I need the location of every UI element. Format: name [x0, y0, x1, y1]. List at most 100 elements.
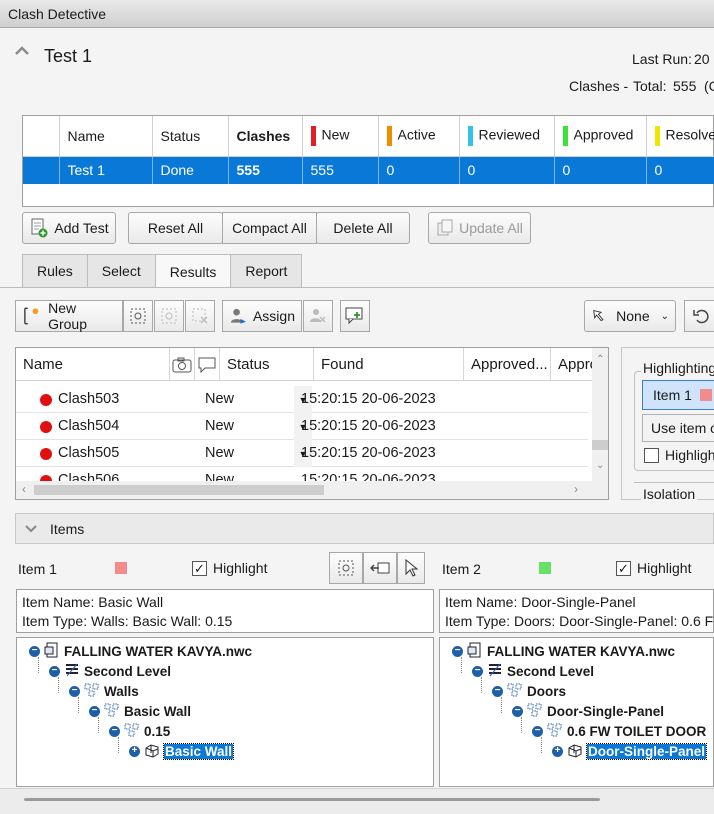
bottom-scroll-thumb[interactable] [24, 798, 600, 801]
ungroup-icon[interactable] [154, 300, 184, 332]
delete-all-button[interactable]: Delete All [316, 212, 410, 244]
cell-approved[interactable]: 0 [554, 156, 647, 184]
add-test-button[interactable]: Add Test [22, 212, 116, 244]
scroll-right-icon[interactable]: › [574, 482, 578, 496]
tree-node[interactable]: − FALLING WATER KAVYA.nwc [29, 641, 252, 661]
table-row[interactable]: Clash504 New ▼ 15:20:15 20-06-2023 [16, 413, 588, 440]
use-item-colors-button[interactable]: Use item c [642, 414, 714, 442]
bottom-scrollbar[interactable] [0, 788, 714, 814]
back-to-item-icon[interactable] [363, 552, 397, 584]
compact-all-button[interactable]: Compact All [222, 212, 317, 244]
tree-node[interactable]: + Door-Single-Panel [552, 741, 708, 761]
cell-reviewed[interactable]: 0 [459, 156, 555, 184]
col-reviewed[interactable]: Reviewed [459, 116, 555, 157]
expand-icon[interactable]: + [129, 745, 140, 757]
tree-node[interactable]: − Basic Wall [89, 701, 191, 721]
clash-status[interactable]: New [205, 391, 234, 407]
tab-select[interactable]: Select [86, 254, 156, 287]
col-status[interactable]: Status [220, 348, 314, 381]
remove-from-group-icon[interactable] [185, 300, 215, 332]
select-item-icon[interactable] [329, 552, 363, 584]
scroll-down-icon[interactable]: ⌄ [596, 460, 604, 471]
tree-node[interactable]: − 0.15 [109, 721, 170, 741]
collapse-icon[interactable]: − [29, 645, 40, 657]
reset-view-icon[interactable] [684, 300, 714, 332]
new-group-button[interactable]: New Group [15, 300, 123, 332]
collapse-icon[interactable]: − [452, 645, 463, 657]
total-value: 555 [673, 78, 697, 94]
select-pointer-icon[interactable] [397, 552, 425, 584]
col-approved-by[interactable]: Approved... [464, 348, 551, 381]
tree-node[interactable]: − FALLING WATER KAVYA.nwc [452, 641, 675, 661]
horizontal-scroll-thumb[interactable] [34, 485, 324, 495]
tab-rules[interactable]: Rules [22, 254, 88, 287]
cell-name[interactable]: Test 1 [59, 156, 153, 184]
highlight-all-checkbox-row[interactable]: Highligh [644, 447, 714, 463]
items-section-header[interactable]: Items [15, 513, 714, 544]
highlight-all-checkbox[interactable] [644, 447, 659, 463]
highlight-mode-dropdown[interactable]: None ⌄ [584, 300, 676, 332]
col-status[interactable]: Status [152, 116, 229, 157]
assign-button[interactable]: Assign [222, 300, 302, 332]
table-row[interactable]: Clash503 New ▼ 15:20:15 20-06-2023 [16, 386, 588, 413]
cell-status[interactable]: Done [152, 156, 229, 184]
item2-highlight-checkbox-row[interactable]: ✓ Highlight [616, 560, 691, 576]
vertical-scrollbar[interactable]: ⌃ ⌄ [592, 348, 608, 481]
col-clashes[interactable]: Clashes [228, 116, 303, 157]
horizontal-scrollbar[interactable]: ‹ › [16, 481, 608, 499]
col-active[interactable]: Active [378, 116, 460, 157]
collapse-icon[interactable]: − [49, 665, 60, 677]
collapse-chevron-icon[interactable] [14, 44, 32, 64]
clash-found: 15:20:15 20-06-2023 [301, 418, 436, 434]
comment-icon[interactable] [195, 348, 220, 381]
collapse-icon[interactable]: − [472, 665, 483, 677]
scroll-left-icon[interactable]: ‹ [22, 482, 26, 496]
collapse-icon[interactable]: − [109, 725, 120, 737]
tree-node[interactable]: − Door-Single-Panel [512, 701, 664, 721]
tree-node[interactable]: − Doors [492, 681, 566, 701]
item1-highlight-checkbox-row[interactable]: ✓ Highlight [192, 560, 267, 576]
table-row[interactable]: Clash506 New 15:20:15 20-06-2023 [16, 467, 588, 481]
scroll-up-icon[interactable]: ⌃ [596, 354, 604, 365]
reset-all-button[interactable]: Reset All [128, 212, 223, 244]
group-selected-icon[interactable] [123, 300, 153, 332]
unassign-icon[interactable] [303, 300, 333, 332]
collapse-icon[interactable]: − [512, 705, 523, 717]
collapse-icon[interactable]: − [69, 685, 80, 697]
clash-status[interactable]: New [205, 472, 234, 481]
cell-new[interactable]: 555 [302, 156, 379, 184]
clash-status[interactable]: New [205, 445, 234, 461]
collapse-icon[interactable]: − [492, 685, 503, 697]
items-section-title: Items [50, 520, 85, 537]
add-comment-icon[interactable] [340, 300, 370, 332]
tree-node[interactable]: − Walls [69, 681, 139, 701]
item2-highlight-checkbox[interactable]: ✓ [616, 560, 631, 576]
table-row[interactable]: Test 1 Done 555 555 0 0 0 0 [23, 156, 714, 184]
col-name[interactable]: Name [16, 348, 170, 381]
item1-highlight-checkbox[interactable]: ✓ [192, 560, 207, 576]
vertical-scroll-thumb[interactable] [592, 440, 608, 450]
table-row[interactable]: Clash505 New ▼ 15:20:15 20-06-2023 [16, 440, 588, 467]
tab-results[interactable]: Results [154, 254, 232, 288]
update-all-button[interactable]: Update All [428, 212, 531, 244]
tree-node[interactable]: − 0.6 FW TOILET DOOR [532, 721, 706, 741]
chevron-down-icon[interactable] [24, 521, 38, 537]
tab-report[interactable]: Report [230, 254, 303, 287]
col-new[interactable]: New [302, 116, 379, 157]
collapse-icon[interactable]: − [89, 705, 100, 717]
cell-resolved[interactable]: 0 [646, 156, 714, 184]
tree-node[interactable]: − Second Level [472, 661, 594, 681]
clash-status[interactable]: New [205, 418, 234, 434]
tree-node[interactable]: + Basic Wall [129, 741, 235, 761]
tree-node[interactable]: − Second Level [49, 661, 171, 681]
col-approved[interactable]: Approved [554, 116, 647, 157]
collapse-icon[interactable]: − [532, 725, 543, 737]
cell-active[interactable]: 0 [378, 156, 460, 184]
cell-clashes[interactable]: 555 [228, 156, 303, 184]
col-resolved[interactable]: Resolved [646, 116, 714, 157]
camera-icon[interactable] [170, 348, 195, 381]
col-name[interactable]: Name [59, 116, 153, 157]
col-found[interactable]: Found [314, 348, 464, 381]
expand-icon[interactable]: + [552, 745, 563, 757]
item1-highlight-button[interactable]: Item 1 [642, 380, 714, 410]
